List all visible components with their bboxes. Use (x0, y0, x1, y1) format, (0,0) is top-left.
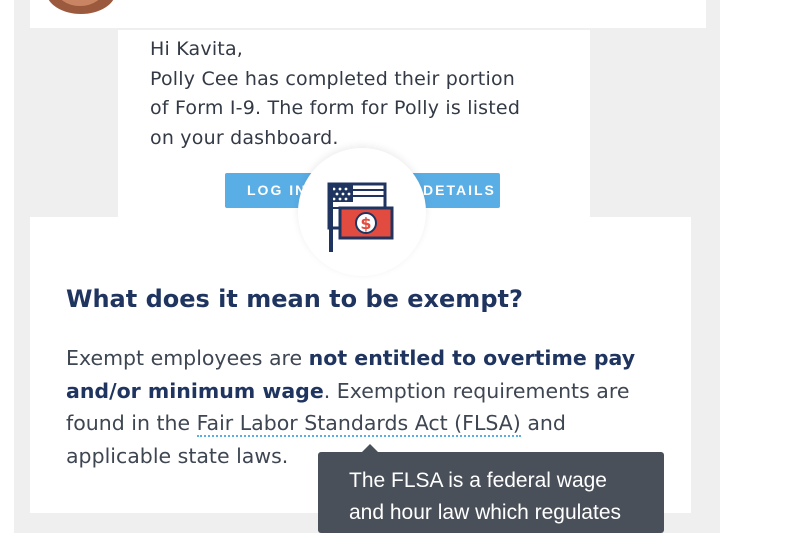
info-text-bold: not entitled to overtime pay (308, 346, 636, 370)
info-text: Exempt employees are (66, 346, 309, 370)
info-text: . Exemption requirements are (323, 378, 630, 403)
email-greeting: Hi Kavita, (150, 38, 244, 60)
tooltip-line: and hour law which regulates (349, 501, 621, 524)
tooltip-text: The FLSA is a federal wage and hour law … (349, 465, 649, 529)
flag-money-icon: $ (327, 182, 394, 252)
email-body-line: of Form I-9. The form for Polly is liste… (150, 97, 521, 119)
icon-badge: $ (298, 148, 426, 276)
info-text: found in the (66, 411, 197, 435)
info-text-bold: and/or minimum wage (66, 378, 324, 403)
info-text: and (520, 411, 566, 435)
flsa-link[interactable]: Fair Labor Standards Act (FLSA) (196, 411, 521, 437)
info-heading: What does it mean to be exempt? (66, 285, 523, 313)
flsa-tooltip: The FLSA is a federal wage and hour law … (318, 444, 664, 533)
tooltip-line: The FLSA is a federal wage (349, 469, 607, 492)
header-card (30, 0, 706, 28)
email-body-line: Polly Cee has completed their portion (150, 67, 516, 90)
svg-text:$: $ (360, 214, 371, 233)
email-message: Hi Kavita, Polly Cee has completed their… (150, 35, 570, 153)
